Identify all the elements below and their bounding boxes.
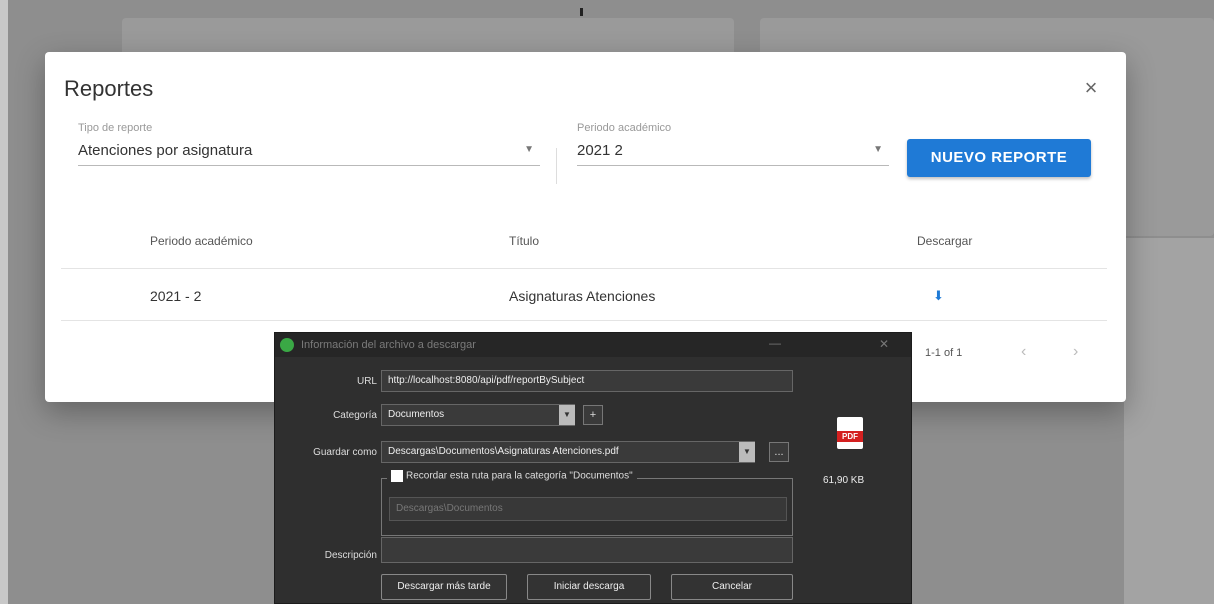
- minimize-icon[interactable]: —: [769, 336, 781, 350]
- column-header-period[interactable]: Periodo académico: [150, 234, 253, 248]
- save-as-label: Guardar como: [313, 447, 377, 458]
- window-titlebar[interactable]: Información del archivo a descargar — ✕: [275, 333, 911, 357]
- report-type-value: Atenciones por asignatura: [78, 142, 253, 159]
- app-logo-icon: [280, 338, 294, 352]
- description-field[interactable]: [381, 537, 793, 563]
- period-label: Periodo académico: [577, 122, 672, 134]
- remember-path-label: Recordar esta ruta para la categoría "Do…: [406, 470, 633, 482]
- cancel-button[interactable]: Cancelar: [671, 574, 793, 600]
- close-icon[interactable]: ✕: [879, 337, 889, 351]
- period-select[interactable]: Periodo académico 2021 2 ▼: [577, 120, 889, 166]
- report-type-select[interactable]: Tipo de reporte Atenciones por asignatur…: [78, 120, 540, 166]
- cell-title: Asignaturas Atenciones: [509, 288, 656, 304]
- column-header-title[interactable]: Título: [509, 234, 539, 248]
- column-header-download: Descargar: [917, 234, 973, 248]
- dialog-title: Reportes: [64, 76, 154, 101]
- chevron-down-icon: ▼: [873, 144, 883, 155]
- cell-period: 2021 - 2: [150, 288, 202, 304]
- remember-path-checkbox[interactable]: [391, 470, 403, 482]
- background-left-strip: [0, 0, 8, 604]
- start-download-button[interactable]: Iniciar descarga: [527, 574, 651, 600]
- close-icon[interactable]: ×: [1079, 76, 1103, 100]
- divider: [556, 148, 557, 184]
- window-title: Información del archivo a descargar: [301, 339, 476, 351]
- table-divider: [61, 268, 1107, 269]
- table-divider: [61, 320, 1107, 321]
- remember-path-option[interactable]: Recordar esta ruta para la categoría "Do…: [387, 470, 637, 482]
- add-category-button[interactable]: +: [583, 405, 603, 425]
- browse-button[interactable]: ...: [769, 442, 789, 462]
- category-label: Categoría: [333, 410, 377, 421]
- download-info-window: Información del archivo a descargar — ✕ …: [274, 332, 912, 604]
- save-as-field[interactable]: Descargas\Documentos\Asignaturas Atencio…: [381, 441, 755, 463]
- url-label: URL: [356, 376, 377, 387]
- chevron-right-icon[interactable]: ›: [1073, 343, 1078, 361]
- background-panel: [1124, 238, 1214, 604]
- chevron-down-icon: ▼: [524, 144, 534, 155]
- description-label: Descripción: [324, 550, 377, 561]
- period-value: 2021 2: [577, 142, 623, 159]
- url-field[interactable]: http://localhost:8080/api/pdf/reportBySu…: [381, 370, 793, 392]
- chevron-down-icon[interactable]: ▼: [739, 442, 755, 462]
- pdf-file-icon: PDF: [837, 417, 863, 449]
- pagination-range: 1-1 of 1: [925, 347, 963, 359]
- download-later-button[interactable]: Descargar más tarde: [381, 574, 507, 600]
- background-cursor-mark: [580, 8, 583, 16]
- category-select[interactable]: Documentos: [381, 404, 575, 426]
- new-report-button[interactable]: NUEVO REPORTE: [907, 139, 1091, 177]
- chevron-left-icon[interactable]: ‹: [1021, 343, 1026, 361]
- download-icon[interactable]: ⬇: [933, 288, 944, 304]
- file-size: 61,90 KB: [823, 475, 865, 486]
- remember-path-field[interactable]: Descargas\Documentos: [389, 497, 787, 521]
- report-type-label: Tipo de reporte: [78, 122, 153, 134]
- chevron-down-icon[interactable]: ▼: [559, 405, 575, 425]
